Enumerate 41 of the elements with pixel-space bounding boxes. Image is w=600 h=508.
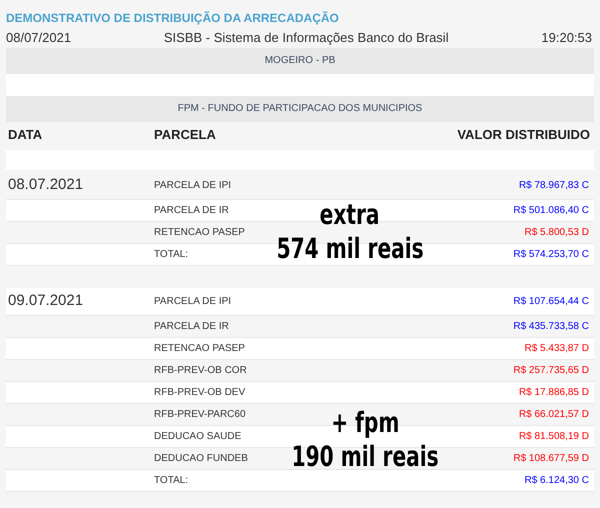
value-cell-text: R$ 5.800,53 D xyxy=(524,227,590,238)
report-time: 19:20:53 xyxy=(541,29,592,47)
column-header: DATA xyxy=(8,126,44,144)
report-title: DEMONSTRATIVO DE DISTRIBUIÇÃO DA ARRECADAÇÃO xyxy=(6,10,340,27)
parcela-cell: RFB-PREV-OB COR xyxy=(154,365,247,376)
value-cell-text: R$ 66.021,57 D xyxy=(518,409,590,420)
value-cell-text: R$ 6.124,30 C xyxy=(524,475,590,486)
value-cell-text: R$ 574.253,70 C xyxy=(513,249,590,260)
municipality-bar: MOGEIRO - PB xyxy=(6,48,594,74)
overlay-caption: extra xyxy=(320,198,380,232)
fund-bar: FPM - FUNDO DE PARTICIPACAO DOS MUNICIPIOS xyxy=(6,96,594,122)
overlay-caption: 574 mil reais xyxy=(276,232,424,266)
value-cell-text: R$ 107.654,44 C xyxy=(513,296,590,307)
value-cell-text: R$ 5.433,87 D xyxy=(524,343,590,354)
overlay-caption: + fpm xyxy=(330,406,400,440)
value-cell-text: R$ 17.886,85 D xyxy=(518,387,590,398)
parcela-cell: TOTAL: xyxy=(154,475,188,486)
date-cell: 09.07.2021 xyxy=(8,292,84,309)
value-cell-text: R$ 81.508,19 D xyxy=(518,431,590,442)
value-cell-text: R$ 501.086,40 C xyxy=(513,205,590,216)
parcela-cell: PARCELA DE IPI xyxy=(154,180,232,191)
parcela-cell: RFB-PREV-PARC60 xyxy=(154,409,246,420)
value-cell-text: R$ 257.735,65 D xyxy=(513,365,590,376)
parcela-cell: PARCELA DE IR xyxy=(154,321,229,332)
parcela-cell: PARCELA DE IPI xyxy=(154,296,232,307)
column-header: VALOR DISTRIBUIDO xyxy=(457,126,590,144)
value-cell-text: R$ 78.967,83 C xyxy=(518,180,590,191)
parcela-cell: TOTAL: xyxy=(154,249,188,260)
parcela-cell: RETENCAO PASEP xyxy=(154,227,245,238)
value-cell-text: R$ 435.733,58 C xyxy=(513,321,590,332)
parcela-cell: RFB-PREV-OB DEV xyxy=(154,387,246,398)
parcela-cell: DEDUCAO FUNDEB xyxy=(154,453,248,464)
column-header: PARCELA xyxy=(154,126,217,144)
overlay-caption: 190 mil reais xyxy=(291,440,439,474)
parcela-cell: RETENCAO PASEP xyxy=(154,343,245,354)
parcela-cell: DEDUCAO SAUDE xyxy=(154,431,242,442)
system-name: SISBB - Sistema de Informações Banco do Brasil xyxy=(164,29,449,47)
date-cell: 08.07.2021 xyxy=(8,176,84,193)
value-cell-text: R$ 108.677,59 D xyxy=(513,453,590,464)
parcela-cell: PARCELA DE IR xyxy=(154,205,229,216)
report-date: 08/07/2021 xyxy=(6,29,72,47)
